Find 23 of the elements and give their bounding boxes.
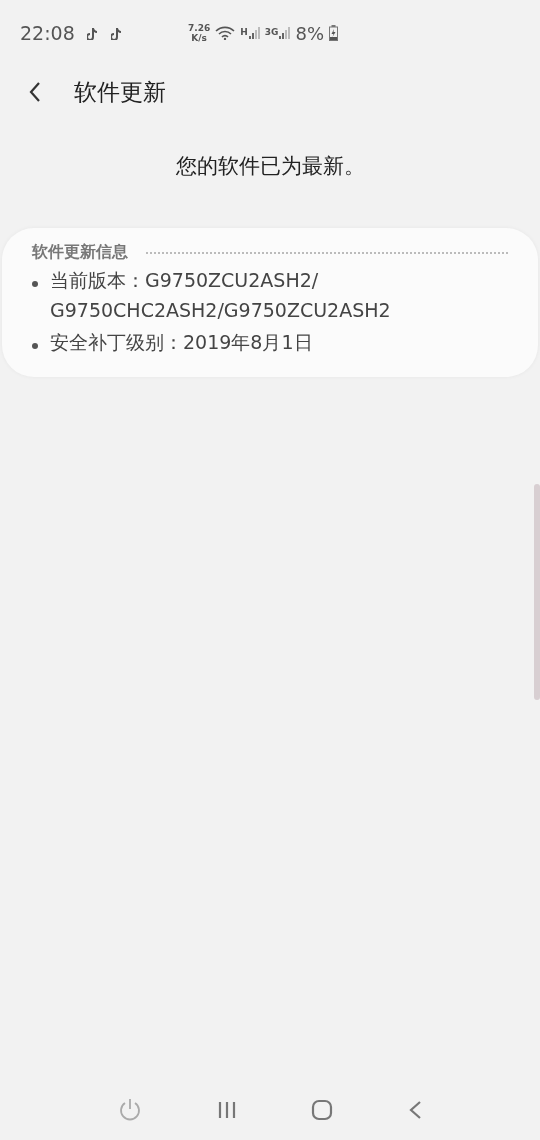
network-type-label: 3G [264,27,279,37]
music-note-icon [86,26,99,40]
wifi-icon [215,26,236,40]
signal-icon [248,27,260,39]
signal-icon [279,27,291,39]
network-type-label: H [240,27,248,37]
page-title: 软件更新 [74,77,166,107]
home-icon[interactable] [311,1099,333,1121]
info-item: 安全补丁级别：2019年8月1日 [50,330,314,355]
status-time: 22:08 [20,22,75,44]
power-icon[interactable] [117,1097,143,1123]
status-message: 您的软件已为最新。 [175,154,365,178]
battery-charging-icon [329,25,338,41]
battery-percent: 8% [295,22,324,44]
network-speed-unit: K/s [191,33,207,43]
music-note-icon [110,26,123,40]
card-title: 软件更新信息 [32,242,128,263]
info-item: 当前版本：G9750ZCU2ASH2/ G9750CHC2ASH2/G9750ZCU2ASH2 [50,268,392,323]
back-icon[interactable] [407,1099,423,1121]
recent-apps-icon[interactable] [217,1100,237,1120]
bullet-icon [32,343,38,349]
network-speed: 7.26 [188,23,211,33]
bullet-icon [32,281,38,287]
